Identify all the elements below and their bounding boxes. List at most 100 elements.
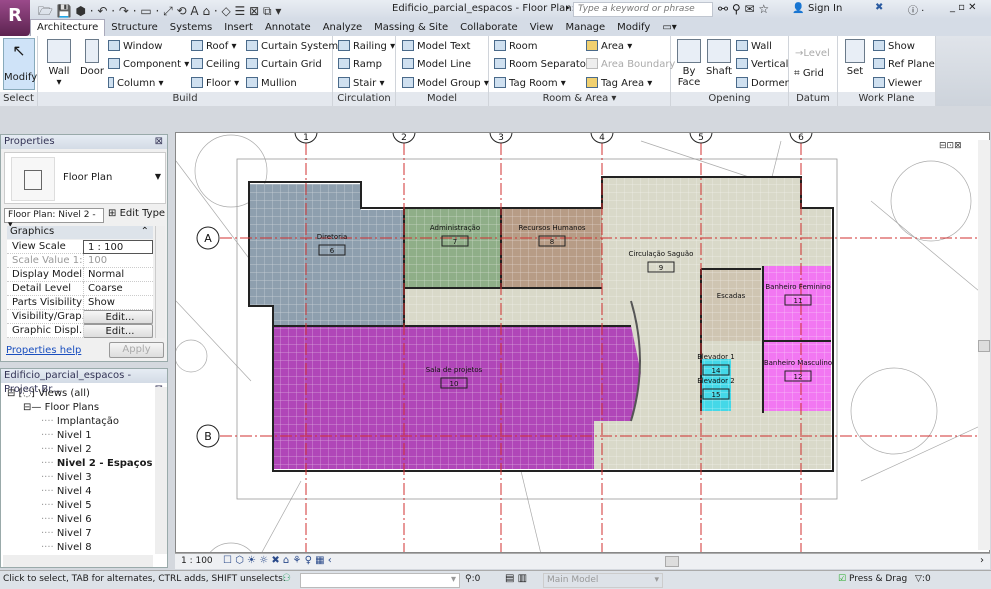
browser-vertical-scrollbar[interactable] <box>155 387 167 554</box>
tree-item-view[interactable]: ···· Nivel 3 <box>41 472 92 483</box>
tab-manage[interactable]: Manage <box>559 20 611 37</box>
sign-in-button[interactable]: Sign In <box>808 3 842 14</box>
component-button[interactable]: Component ▾ <box>108 58 189 70</box>
tree-floor-plans[interactable]: ⊟— Floor Plans <box>23 402 99 413</box>
property-value[interactable]: Edit... <box>83 324 153 338</box>
help-icon[interactable]: ⓘ · <box>908 2 924 17</box>
tab-annotate[interactable]: Annotate <box>259 20 317 37</box>
tree-item-view[interactable]: ···· Nivel 7 <box>41 528 92 539</box>
ramp-button[interactable]: Ramp <box>338 58 382 70</box>
room-tag-name[interactable]: Banheiro Feminino <box>765 283 830 291</box>
tab-systems[interactable]: Systems <box>164 20 219 37</box>
ceiling-button[interactable]: Ceiling <box>191 58 240 70</box>
property-row[interactable]: Parts VisibilityShow Original <box>7 296 153 322</box>
tree-item-view[interactable]: ···· Implantação <box>41 416 119 427</box>
tree-root[interactable]: ⊟ ⁅◌⁆ Views (all) <box>7 388 90 399</box>
properties-scrollbar[interactable] <box>155 226 165 338</box>
wall-button[interactable]: Wall ▾ <box>44 39 74 88</box>
model-group-button[interactable]: Model Group ▾ <box>402 77 489 89</box>
floor-button[interactable]: Floor ▾ <box>191 77 239 89</box>
floor-plan-drawing[interactable]: AB1 2 3 4 5 6 Diretoria6Administração7Recurso… <box>176 133 990 553</box>
property-row[interactable]: Detail Level Coarse <box>7 282 153 296</box>
type-selector[interactable]: Floor Plan ▼ <box>4 152 166 204</box>
tab-architecture[interactable]: Architecture <box>30 19 106 36</box>
by-face-button[interactable]: By Face <box>675 39 703 88</box>
scroll-right-arrow[interactable]: › <box>980 555 984 566</box>
worksets-icon[interactable]: ⚇ <box>282 573 291 584</box>
room-tag-name[interactable]: Administração <box>430 224 480 232</box>
property-row[interactable]: View Scale 1 : 100 <box>7 240 153 254</box>
room-number[interactable]: 12 <box>794 373 803 381</box>
curtain-system-button[interactable]: Curtain System <box>246 40 338 52</box>
property-value[interactable]: Show Original <box>83 296 153 322</box>
area-button[interactable]: Area ▾ <box>586 40 632 52</box>
tag-room-button[interactable]: Tag Room ▾ <box>494 77 566 89</box>
room-number[interactable]: 6 <box>330 247 335 255</box>
browser-horizontal-scrollbar[interactable] <box>3 555 153 567</box>
property-value[interactable]: 100 <box>83 254 153 268</box>
tab-structure[interactable]: Structure <box>105 20 164 37</box>
room-escadas[interactable] <box>703 269 761 341</box>
apply-button[interactable]: Apply <box>109 342 164 358</box>
room-number[interactable]: 7 <box>453 238 457 246</box>
room-tag-name[interactable]: Elevador 2 <box>697 377 734 385</box>
mullion-button[interactable]: Mullion <box>246 77 297 89</box>
edit-type-button[interactable]: ⊞ Edit Type <box>108 208 165 219</box>
tree-item-view[interactable]: ···· Nivel 5 <box>41 500 92 511</box>
tab-modify[interactable]: Modify <box>611 20 656 37</box>
property-value[interactable]: 1 : 100 <box>83 240 153 254</box>
panel-label[interactable]: Room & Area ▾ <box>489 92 670 106</box>
property-row[interactable]: Display Model Normal <box>7 268 153 282</box>
room-number[interactable]: 9 <box>659 264 663 272</box>
vertical-button[interactable]: Vertical <box>736 58 788 70</box>
roof-button[interactable]: Roof ▾ <box>191 40 236 52</box>
room-tag-name[interactable]: Escadas <box>717 292 746 300</box>
room-separator-button[interactable]: Room Separator <box>494 58 590 70</box>
graphics-group-header[interactable]: Graphics ⌃ <box>7 226 153 239</box>
room-tag-name[interactable]: Recursos Humanos <box>519 224 586 232</box>
model-text-button[interactable]: Model Text <box>402 40 470 52</box>
room-sala-de-projetos[interactable] <box>273 326 641 469</box>
shaft-button[interactable]: Shaft <box>704 39 734 77</box>
tab-collaborate[interactable]: Collaborate <box>454 20 524 37</box>
tab-analyze[interactable]: Analyze <box>317 20 368 37</box>
tab-view[interactable]: View <box>524 20 560 37</box>
property-value[interactable]: Normal <box>83 268 153 282</box>
room-button[interactable]: Room <box>494 40 537 52</box>
model-line-button[interactable]: Model Line <box>402 58 471 70</box>
application-menu-button[interactable]: R <box>0 0 30 36</box>
railing-button[interactable]: Railing ▾ <box>338 40 395 52</box>
room-tag-name[interactable]: Elevador 1 <box>697 353 734 361</box>
properties-help-link[interactable]: Properties help <box>6 345 81 356</box>
tree-item-view[interactable]: ···· Nivel 6 <box>41 514 92 525</box>
room-number[interactable]: 15 <box>712 391 721 399</box>
grid-button[interactable]: ⌗ Grid <box>794 68 824 79</box>
wall-opening-button[interactable]: Wall <box>736 40 772 52</box>
room-tag-name[interactable]: Sala de projetos <box>426 366 483 374</box>
tree-item-view[interactable]: ···· Nivel 2 - Espaços <box>41 458 152 469</box>
design-options-icon[interactable]: ▤ ▥ <box>505 573 527 584</box>
view-control-icons[interactable]: ☐ ⬡ ☀ ☼ ✖ ⌂ ⚘ ♀ ▦ ‹ <box>223 555 332 566</box>
window-button[interactable]: Window <box>108 40 162 52</box>
tree-item-view[interactable]: ···· Nivel 4 <box>41 486 92 497</box>
room-number[interactable]: 14 <box>712 367 721 375</box>
horizontal-scrollbar-thumb[interactable] <box>665 556 679 567</box>
property-row[interactable]: Visibility/Grap... Edit... <box>7 310 153 324</box>
room-number[interactable]: 10 <box>450 380 459 388</box>
room-recursos-humanos[interactable] <box>501 208 602 288</box>
infocenter-icons[interactable]: ⚯ ⚲ ✉ ☆ <box>718 2 769 16</box>
tree-item-view[interactable]: ···· Nivel 2 <box>41 444 92 455</box>
tag-area-button[interactable]: Tag Area ▾ <box>586 77 652 89</box>
drawing-area[interactable]: AB123456 Diretoria 6 Administração 7 Recurso… <box>175 132 990 553</box>
tree-item-view[interactable]: ···· Nivel 1 <box>41 430 92 441</box>
property-row[interactable]: Graphic Displ... Edit... <box>7 324 153 338</box>
dormer-button[interactable]: Dormer <box>736 77 789 89</box>
search-input[interactable]: Type a keyword or phrase <box>573 2 713 17</box>
modify-button[interactable]: ↖ Modify <box>3 38 37 90</box>
viewcube-controls[interactable]: ⊟⊡⊠ <box>939 141 962 151</box>
exchange-icon[interactable]: ✖ <box>875 2 883 13</box>
view-scale-button[interactable]: 1 : 100 <box>181 556 213 566</box>
curtain-grid-button[interactable]: Curtain Grid <box>246 58 322 70</box>
room-tag-name[interactable]: Diretoria <box>317 233 348 241</box>
close-icon[interactable]: ⊠ <box>155 135 163 149</box>
